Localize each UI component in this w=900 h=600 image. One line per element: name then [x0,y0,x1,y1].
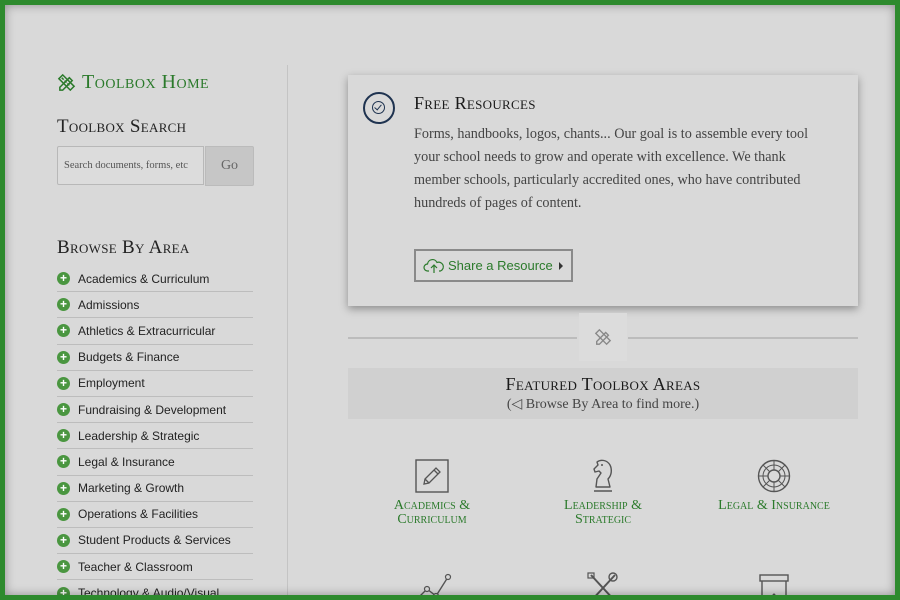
area-label[interactable]: Marketing & Growth [78,481,184,495]
tools-icon [587,572,618,595]
pencil-square-icon [415,459,449,493]
toolbox-search-title: Toolbox Search [57,116,187,137]
toolbox-home-link[interactable]: Toolbox Home [57,71,209,94]
free-resources-title: Free Resources [414,93,536,113]
featured-areas-subtitle: (◁ Browse By Area to find more.) [506,397,700,412]
featured-tile-academics[interactable]: Academics & Curriculum [347,453,517,527]
area-label[interactable]: Admissions [78,298,139,312]
trash-bin-icon [759,574,789,595]
plus-circle-icon[interactable]: + [57,455,70,469]
line-chart-icon [420,573,452,595]
tile-label[interactable]: Leadership & Strategic [518,499,688,527]
plus-circle-icon[interactable]: + [57,376,70,390]
cloud-upload-icon [423,258,444,273]
area-label[interactable]: Academics & Curriculum [78,272,209,286]
plus-circle-icon[interactable]: + [57,481,70,495]
plus-circle-icon[interactable]: + [57,324,70,338]
area-item[interactable]: + Technology & Audio/Visual [57,580,253,595]
plus-circle-icon[interactable]: + [57,429,70,443]
plus-circle-icon[interactable]: + [57,403,70,417]
area-item[interactable]: + Marketing & Growth [57,476,253,502]
featured-tile-leadership[interactable]: Leadership & Strategic [518,453,688,527]
featured-tile-facilities[interactable] [689,571,859,595]
area-item[interactable]: + Leadership & Strategic [57,423,253,450]
area-list: + Academics & Curriculum + Admissions + Ath… [57,266,253,595]
divider-line [628,337,858,339]
page-frame: Toolbox Home Toolbox Search Go Browse By… [0,0,900,600]
area-label[interactable]: Operations & Facilities [78,507,198,521]
area-item[interactable]: + Academics & Curriculum [57,266,253,293]
area-item[interactable]: + Fundraising & Development [57,397,253,424]
area-item[interactable]: + Teacher & Classroom [57,554,253,581]
caret-right-icon [558,261,563,270]
pencil-ruler-icon [57,73,76,92]
chess-knight-icon [593,459,613,492]
divider-line [348,337,577,339]
area-item[interactable]: + Student Products & Services [57,528,253,555]
area-label[interactable]: Legal & Insurance [78,455,175,469]
share-resource-button[interactable]: Share a Resource [414,249,573,282]
divider-ornament [579,313,627,361]
plus-circle-icon[interactable]: + [57,298,70,312]
area-label[interactable]: Technology & Audio/Visual [78,586,219,595]
area-label[interactable]: Leadership & Strategic [78,429,199,443]
plus-circle-icon[interactable]: + [57,560,70,574]
area-item[interactable]: + Operations & Facilities [57,502,253,528]
area-item[interactable]: + Athletics & Extracurricular [57,318,253,345]
area-label[interactable]: Student Products & Services [78,533,231,547]
life-ring-icon [757,459,791,493]
tile-label[interactable]: Academics & Curriculum [347,499,517,527]
area-item[interactable]: + Legal & Insurance [57,449,253,476]
area-item[interactable]: + Admissions [57,292,253,319]
area-label[interactable]: Budgets & Finance [78,350,179,364]
plus-circle-icon[interactable]: + [57,586,70,595]
plus-circle-icon[interactable]: + [57,533,70,547]
area-item[interactable]: + Budgets & Finance [57,345,253,371]
toolbox-home-label: Toolbox Home [82,71,210,93]
area-label[interactable]: Teacher & Classroom [78,560,193,574]
pencil-ruler-icon [594,328,612,346]
plus-circle-icon[interactable]: + [57,350,70,364]
area-item[interactable]: + Employment [57,371,253,397]
check-circle-icon [363,92,395,124]
tile-label[interactable]: Legal & Insurance [689,499,859,513]
go-button[interactable]: Go [205,146,254,186]
share-resource-label: Share a Resource [448,258,553,273]
featured-areas-title: Featured Toolbox Areas [505,374,701,394]
sidebar: Toolbox Home Toolbox Search Go Browse By… [57,65,288,595]
featured-areas-header: Featured Toolbox Areas (◁ Browse By Area… [348,368,858,419]
area-label[interactable]: Fundraising & Development [78,403,226,417]
featured-tile-marketing[interactable] [347,571,517,595]
plus-circle-icon[interactable]: + [57,272,70,286]
free-resources-text: Forms, handbooks, logos, chants... Our g… [414,126,809,211]
area-label[interactable]: Employment [78,376,145,390]
search-input[interactable] [57,146,204,185]
browse-by-area-title: Browse By Area [57,237,190,258]
area-label[interactable]: Athletics & Extracurricular [78,324,215,338]
featured-tile-operations[interactable] [518,571,688,595]
plus-circle-icon[interactable]: + [57,507,70,521]
featured-tile-legal[interactable]: Legal & Insurance [689,453,859,513]
search-form: Go [57,146,254,186]
free-resources-card: Free Resources Forms, handbooks, logos, … [348,75,858,306]
